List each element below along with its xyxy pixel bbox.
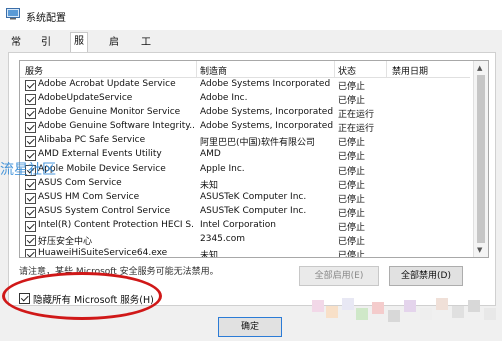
scrollbar-thumb[interactable] bbox=[477, 75, 485, 243]
services-panel: 服务 制造商 状态 禁用日期 Adobe Acrobat Update Serv… bbox=[8, 52, 496, 306]
service-manufacturer: AMD bbox=[200, 149, 221, 160]
list-header: 服务 制造商 状态 禁用日期 bbox=[20, 61, 470, 78]
service-status: 已停止 bbox=[338, 82, 366, 92]
ok-button[interactable]: 确定 bbox=[218, 317, 282, 337]
column-header-manufacturer[interactable]: 制造商 bbox=[200, 64, 227, 77]
service-manufacturer: ASUSTeK Computer Inc. bbox=[200, 205, 307, 216]
service-row[interactable]: ASUS Com Service 未知 已停止 bbox=[20, 177, 470, 191]
service-manufacturer: ASUSTeK Computer Inc. bbox=[200, 191, 307, 202]
service-name: AMD External Events Utility bbox=[38, 149, 162, 160]
vertical-scrollbar[interactable]: ▲ ▼ bbox=[473, 61, 488, 257]
service-manufacturer: 未知 bbox=[200, 180, 219, 191]
service-row[interactable]: ASUS System Control Service ASUSTeK Compu… bbox=[20, 205, 470, 219]
service-checkbox[interactable] bbox=[25, 94, 36, 106]
service-status: 已停止 bbox=[338, 152, 366, 163]
service-checkbox[interactable] bbox=[25, 178, 36, 190]
column-header-disabled-date[interactable]: 禁用日期 bbox=[392, 64, 428, 77]
service-name: Alibaba PC Safe Service bbox=[38, 135, 146, 146]
watermark-text: 流星社区 bbox=[0, 162, 56, 178]
service-checkbox[interactable] bbox=[25, 80, 36, 91]
service-row[interactable]: Adobe Genuine Software Integrity... Adobe… bbox=[20, 120, 470, 134]
service-manufacturer: Apple Inc. bbox=[200, 163, 245, 174]
pixelated-region bbox=[302, 294, 502, 338]
service-name: Apple Mobile Device Service bbox=[38, 163, 166, 174]
service-name: Adobe Genuine Software Integrity... bbox=[38, 121, 194, 132]
tab-boot[interactable]: 引导 bbox=[38, 34, 54, 65]
service-row[interactable]: Adobe Acrobat Update Service Adobe System… bbox=[20, 78, 470, 92]
service-row[interactable]: HuaweiHiSuiteService64.exe 未知 已停止 bbox=[20, 247, 470, 258]
service-checkbox[interactable] bbox=[25, 249, 36, 257]
service-checkbox[interactable] bbox=[25, 206, 36, 218]
service-manufacturer: Adobe Inc. bbox=[200, 93, 248, 104]
service-row[interactable]: AdobeUpdateService Adobe Inc. 已停止 bbox=[20, 92, 470, 106]
service-name: Adobe Acrobat Update Service bbox=[38, 79, 176, 89]
service-manufacturer: 2345.com bbox=[200, 234, 245, 245]
service-status: 已停止 bbox=[338, 208, 366, 219]
service-status: 已停止 bbox=[338, 166, 366, 177]
enable-all-button[interactable]: 全部启用(E) bbox=[299, 266, 379, 286]
service-row[interactable]: Adobe Genuine Monitor Service Adobe Syste… bbox=[20, 106, 470, 120]
service-status: 已停止 bbox=[338, 237, 366, 248]
service-status: 已停止 bbox=[338, 222, 366, 233]
tab-general[interactable]: 常规 bbox=[8, 34, 24, 65]
service-status: 正在运行 bbox=[338, 110, 375, 121]
service-checkbox[interactable] bbox=[25, 122, 36, 134]
title-bar: 系统配置 bbox=[0, 0, 502, 30]
service-manufacturer: Adobe Systems Incorporated bbox=[200, 79, 331, 89]
column-header-status[interactable]: 状态 bbox=[338, 64, 356, 77]
service-row[interactable]: Alibaba PC Safe Service 阿里巴巴(中国)软件有限公司 已停止 bbox=[20, 134, 470, 148]
service-name: ASUS Com Service bbox=[38, 177, 122, 188]
window-title: 系统配置 bbox=[26, 13, 66, 24]
disable-all-button[interactable]: 全部禁用(D) bbox=[389, 266, 463, 286]
service-checkbox[interactable] bbox=[25, 108, 36, 120]
tab-services[interactable]: 服务 bbox=[70, 32, 88, 64]
scroll-down-icon[interactable]: ▼ bbox=[477, 246, 482, 254]
service-manufacturer: 阿里巴巴(中国)软件有限公司 bbox=[200, 138, 316, 149]
service-row[interactable]: Intel(R) Content Protection HECI S... Int… bbox=[20, 219, 470, 233]
service-manufacturer: Adobe Systems, Incorporated bbox=[200, 107, 334, 118]
service-row[interactable]: AMD External Events Utility AMD 已停止 bbox=[20, 148, 470, 162]
service-name: ASUS HM Com Service bbox=[38, 191, 140, 202]
service-row[interactable]: Apple Mobile Device Service Apple Inc. 已停止 bbox=[20, 163, 470, 177]
service-status: 已停止 bbox=[338, 251, 366, 258]
service-manufacturer: 未知 bbox=[200, 251, 219, 258]
service-name: ASUS System Control Service bbox=[38, 205, 171, 216]
service-row[interactable]: 好压安全中心 2345.com 已停止 bbox=[20, 233, 470, 247]
service-manufacturer: Intel Corporation bbox=[200, 219, 276, 230]
service-status: 已停止 bbox=[338, 194, 366, 205]
annotation-ellipse bbox=[2, 272, 162, 320]
service-checkbox[interactable] bbox=[25, 192, 36, 204]
tab-startup[interactable]: 启动 bbox=[106, 34, 122, 65]
service-rows: Adobe Acrobat Update Service Adobe System… bbox=[20, 78, 470, 258]
service-manufacturer: Adobe Systems, Incorporated bbox=[200, 121, 334, 132]
service-name: 好压安全中心 bbox=[38, 237, 93, 248]
service-row[interactable]: ASUS HM Com Service ASUSTeK Computer Inc.… bbox=[20, 191, 470, 205]
service-name: Intel(R) Content Protection HECI S... bbox=[38, 219, 194, 230]
column-header-service[interactable]: 服务 bbox=[25, 64, 43, 77]
scroll-up-icon[interactable]: ▲ bbox=[477, 64, 482, 72]
tab-tools[interactable]: 工具 bbox=[138, 34, 154, 65]
system-config-icon bbox=[6, 8, 20, 20]
service-status: 已停止 bbox=[338, 96, 366, 107]
service-status: 已停止 bbox=[338, 180, 366, 191]
services-list[interactable]: 服务 制造商 状态 禁用日期 Adobe Acrobat Update Serv… bbox=[19, 60, 489, 258]
service-checkbox[interactable] bbox=[25, 235, 36, 247]
service-name: HuaweiHiSuiteService64.exe bbox=[38, 248, 168, 258]
service-status: 正在运行 bbox=[338, 124, 375, 135]
service-name: AdobeUpdateService bbox=[38, 93, 133, 104]
service-checkbox[interactable] bbox=[25, 136, 36, 148]
service-name: Adobe Genuine Monitor Service bbox=[38, 107, 181, 118]
service-status: 已停止 bbox=[338, 138, 366, 149]
service-checkbox[interactable] bbox=[25, 220, 36, 232]
